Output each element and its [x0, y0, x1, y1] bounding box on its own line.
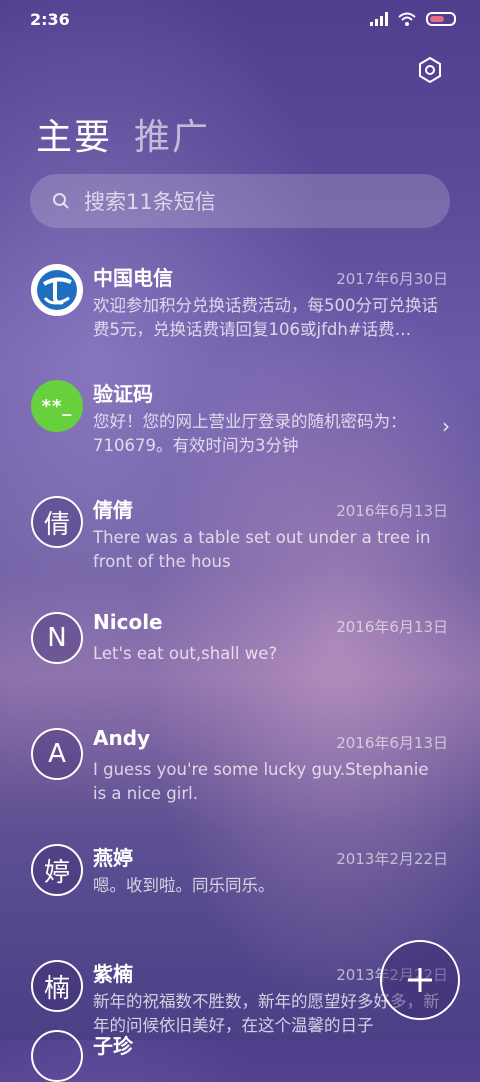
sender-name: 验证码	[93, 382, 153, 406]
battery-icon	[426, 12, 456, 26]
avatar: **_	[31, 380, 83, 432]
wifi-icon	[398, 12, 416, 26]
avatar: N	[31, 612, 83, 664]
avatar: A	[31, 728, 83, 780]
sender-name: 燕婷	[93, 846, 133, 870]
message-preview: Let's eat out,shall we?	[93, 644, 278, 663]
message-item[interactable]: 婷 燕婷 2013年2月22日 嗯。收到啦。同乐同乐。	[0, 830, 480, 946]
message-list: 中国电信 2017年6月30日 欢迎参加积分兑换话费活动，每500分可兑换话费5…	[0, 250, 480, 1062]
tab-promotions[interactable]: 推广	[134, 108, 210, 160]
message-date: 2016年6月13日	[336, 618, 448, 636]
signal-icon	[370, 12, 388, 26]
message-preview: 欢迎参加积分兑换话费活动，每500分可兑换话费5元，兑换话费请回复106或jfd…	[93, 296, 438, 339]
message-item[interactable]: **_ 验证码 您好！您的网上营业厅登录的随机密码为：710679。有效时间为3…	[0, 366, 480, 482]
message-date: 2016年6月13日	[336, 502, 448, 520]
search-bar[interactable]: 搜索11条短信	[30, 174, 450, 228]
sender-name: Nicole	[93, 610, 163, 634]
china-telecom-logo-icon	[31, 264, 83, 316]
avatar	[31, 1030, 83, 1082]
message-item[interactable]: A Andy 2016年6月13日 I guess you're some lu…	[0, 714, 480, 830]
status-time: 2:36	[30, 10, 70, 29]
message-item[interactable]: N Nicole 2016年6月13日 Let's eat out,shall …	[0, 598, 480, 714]
avatar: 婷	[31, 844, 83, 896]
message-date: 2016年6月13日	[336, 734, 448, 752]
message-preview: 嗯。收到啦。同乐同乐。	[93, 876, 275, 895]
settings-gear-icon[interactable]	[416, 56, 444, 84]
chevron-right-icon[interactable]: ›	[442, 414, 450, 438]
message-item[interactable]: 倩 倩倩 2016年6月13日 There was a table set ou…	[0, 482, 480, 598]
tab-bar: 主要 推广	[36, 108, 210, 160]
search-placeholder: 搜索11条短信	[84, 190, 216, 214]
message-preview: I guess you're some lucky guy.Stephanie …	[93, 760, 429, 803]
avatar: 倩	[31, 496, 83, 548]
message-preview: There was a table set out under a tree i…	[93, 528, 431, 571]
compose-button[interactable]	[380, 940, 460, 1020]
message-date: 2013年2月22日	[336, 850, 448, 868]
status-icons	[370, 12, 456, 26]
sender-name: 子珍	[93, 1034, 133, 1058]
tab-main[interactable]: 主要	[36, 108, 112, 160]
sender-name: 倩倩	[93, 498, 133, 522]
avatar: 楠	[31, 960, 83, 1012]
search-icon	[53, 193, 69, 209]
sender-name: 中国电信	[93, 266, 173, 290]
plus-icon	[408, 968, 432, 992]
message-date: 2017年6月30日	[336, 270, 448, 288]
sender-name: Andy	[93, 726, 151, 750]
message-item[interactable]: 中国电信 2017年6月30日 欢迎参加积分兑换话费活动，每500分可兑换话费5…	[0, 250, 480, 366]
status-bar: 2:36	[0, 0, 480, 40]
message-preview: 您好！您的网上营业厅登录的随机密码为：710679。有效时间为3分钟	[93, 412, 407, 455]
sender-name: 紫楠	[93, 962, 133, 986]
